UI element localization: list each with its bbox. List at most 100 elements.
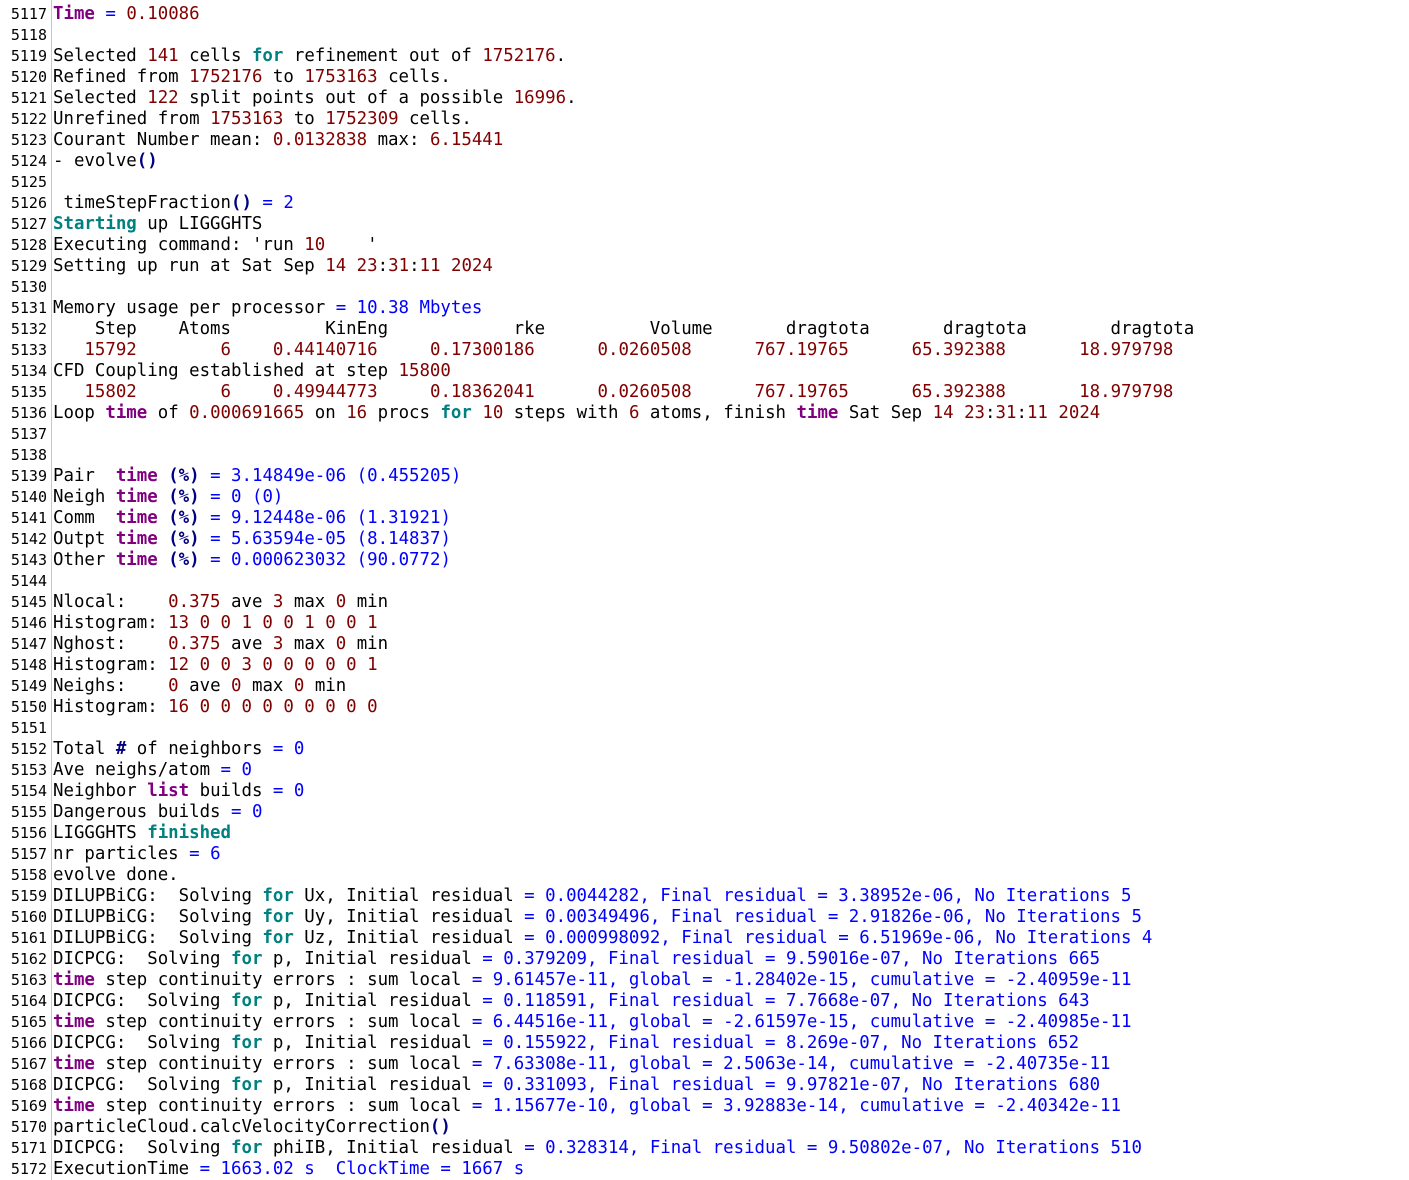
code-token: = xyxy=(524,907,535,927)
log-line[interactable]: 5170 particleCloud.calcVelocityCorrection… xyxy=(0,1117,1409,1138)
line-number: 5139 xyxy=(10,467,47,485)
log-line[interactable]: 5122 Unrefined from 1753163 to 1752309 ce… xyxy=(0,109,1409,130)
log-line[interactable]: 5126 timeStepFraction() = 2 xyxy=(0,193,1409,214)
line-number: 5161 xyxy=(10,929,47,947)
log-line[interactable]: 5144 xyxy=(0,571,1409,592)
code-token: step continuity errors : sum local xyxy=(94,1054,472,1074)
log-line[interactable]: 5127 Starting up LIGGGHTS xyxy=(0,214,1409,235)
log-line[interactable]: 5150 Histogram: 16 0 0 0 0 0 0 0 0 0 xyxy=(0,697,1409,718)
code-token: 0.155922, Final residual = 8.269e-07, No… xyxy=(492,1033,1080,1053)
log-line[interactable]: 5132 Step Atoms KinEng rke Volume dragto… xyxy=(0,319,1409,340)
log-line[interactable]: 5117 Time = 0.10086 xyxy=(0,4,1409,25)
code-token: cells. xyxy=(398,109,472,129)
log-line[interactable]: 5140 Neigh time (%) = 0 (0) xyxy=(0,487,1409,508)
log-line[interactable]: 5171 DICPCG: Solving for phiIB, Initial r… xyxy=(0,1138,1409,1159)
log-line[interactable]: 5169 time step continuity errors : sum lo… xyxy=(0,1096,1409,1117)
log-line[interactable]: 5141 Comm time (%) = 9.12448e-06 (1.31921… xyxy=(0,508,1409,529)
log-line[interactable]: 5163 time step continuity errors : sum lo… xyxy=(0,970,1409,991)
code-token: CFD Coupling established at step xyxy=(53,361,399,381)
log-line[interactable]: 5156 LIGGGHTS finished xyxy=(0,823,1409,844)
log-line[interactable]: 5138 xyxy=(0,445,1409,466)
log-line[interactable]: 5133 15792 6 0.44140716 0.17300186 0.026… xyxy=(0,340,1409,361)
log-line[interactable]: 5152 Total # of neighbors = 0 xyxy=(0,739,1409,760)
line-number: 5121 xyxy=(10,89,47,107)
log-line[interactable]: 5166 DICPCG: Solving for p, Initial resid… xyxy=(0,1033,1409,1054)
line-number: 5128 xyxy=(10,236,47,254)
log-line[interactable]: 5154 Neighbor list builds = 0 xyxy=(0,781,1409,802)
log-line[interactable]: 5164 DICPCG: Solving for p, Initial resid… xyxy=(0,991,1409,1012)
code-token: 10 xyxy=(482,403,504,423)
log-line[interactable]: 5125 xyxy=(0,172,1409,193)
log-line[interactable]: 5147 Nghost: 0.375 ave 3 max 0 min xyxy=(0,634,1409,655)
code-token: 141 xyxy=(147,46,179,66)
code-token: Courant Number mean: xyxy=(53,130,273,150)
line-text: Courant Number mean: 0.0132838 max: 6.15… xyxy=(53,130,503,151)
log-line[interactable]: 5134 CFD Coupling established at step 158… xyxy=(0,361,1409,382)
log-line[interactable]: 5136 Loop time of 0.000691665 on 16 procs… xyxy=(0,403,1409,424)
log-line[interactable]: 5159 DILUPBiCG: Solving for Ux, Initial r… xyxy=(0,886,1409,907)
log-line[interactable]: 5155 Dangerous builds = 0 xyxy=(0,802,1409,823)
log-line[interactable]: 5168 DICPCG: Solving for p, Initial resid… xyxy=(0,1075,1409,1096)
code-token: time xyxy=(53,1054,95,1074)
log-line[interactable]: 5149 Neighs: 0 ave 0 max 0 min xyxy=(0,676,1409,697)
code-token: 0.000623032 (90.0772) xyxy=(231,550,451,570)
code-token: = xyxy=(482,1033,493,1053)
log-line[interactable]: 5121 Selected 122 split points out of a p… xyxy=(0,88,1409,109)
log-line[interactable]: 5120 Refined from 1752176 to 1753163 cell… xyxy=(0,67,1409,88)
log-text-area[interactable]: 5117 Time = 0.10086 5118 5119 Selected 141 c… xyxy=(0,4,1409,1180)
log-line[interactable]: 5157 nr particles = 6 xyxy=(0,844,1409,865)
log-line[interactable]: 5161 DILUPBiCG: Solving for Uz, Initial r… xyxy=(0,928,1409,949)
log-line[interactable]: 5148 Histogram: 12 0 0 3 0 0 0 0 0 1 xyxy=(0,655,1409,676)
code-token: 1752176 xyxy=(189,67,263,87)
log-line[interactable]: 5137 xyxy=(0,424,1409,445)
log-line[interactable]: 5151 xyxy=(0,718,1409,739)
code-token: = xyxy=(524,886,535,906)
log-line[interactable]: 5162 DICPCG: Solving for p, Initial resid… xyxy=(0,949,1409,970)
line-text: Nlocal: 0.375 ave 3 max 0 min xyxy=(53,592,388,613)
log-line[interactable]: 5131 Memory usage per processor = 10.38 M… xyxy=(0,298,1409,319)
line-number: 5143 xyxy=(10,551,47,569)
log-line[interactable]: 5158 evolve done. xyxy=(0,865,1409,886)
log-line[interactable]: 5145 Nlocal: 0.375 ave 3 max 0 min xyxy=(0,592,1409,613)
code-token: min xyxy=(346,634,389,654)
code-token: 15802 xyxy=(84,382,137,402)
log-line[interactable]: 5124 - evolve() xyxy=(0,151,1409,172)
log-line[interactable]: 5146 Histogram: 13 0 0 1 0 0 1 0 0 1 xyxy=(0,613,1409,634)
log-line[interactable]: 5143 Other time (%) = 0.000623032 (90.077… xyxy=(0,550,1409,571)
log-line[interactable]: 5142 Outpt time (%) = 5.63594e-05 (8.1483… xyxy=(0,529,1409,550)
log-editor[interactable]: 5117 Time = 0.10086 5118 5119 Selected 141 c… xyxy=(0,0,1409,1180)
code-token: ave xyxy=(178,676,232,696)
line-text: Refined from 1752176 to 1753163 cells. xyxy=(53,67,451,88)
line-number: 5153 xyxy=(10,761,47,779)
code-token: refinement out of xyxy=(283,46,483,66)
log-line[interactable]: 5165 time step continuity errors : sum lo… xyxy=(0,1012,1409,1033)
log-line[interactable]: 5119 Selected 141 cells for refinement ou… xyxy=(0,46,1409,67)
log-line[interactable]: 5129 Setting up run at Sat Sep 14 23:31:1… xyxy=(0,256,1409,277)
log-line[interactable]: 5167 time step continuity errors : sum lo… xyxy=(0,1054,1409,1075)
log-line[interactable]: 5172 ExecutionTime = 1663.02 s ClockTime … xyxy=(0,1159,1409,1180)
log-line[interactable]: 5118 xyxy=(0,25,1409,46)
code-token: DILUPBiCG: Solving xyxy=(53,907,263,927)
line-text: LIGGGHTS finished xyxy=(53,823,231,844)
log-line[interactable]: 5123 Courant Number mean: 0.0132838 max: … xyxy=(0,130,1409,151)
code-token: 0 (0) xyxy=(231,487,284,507)
code-token: Neigh xyxy=(53,487,116,507)
log-line[interactable]: 5130 xyxy=(0,277,1409,298)
code-token: for xyxy=(231,1138,263,1158)
code-token: = xyxy=(524,928,535,948)
log-line[interactable]: 5128 Executing command: 'run 10 ' xyxy=(0,235,1409,256)
code-token: time xyxy=(53,1012,95,1032)
log-line[interactable]: 5139 Pair time (%) = 3.14849e-06 (0.45520… xyxy=(0,466,1409,487)
code-token: builds xyxy=(189,781,273,801)
log-line[interactable]: 5135 15802 6 0.49944773 0.18362041 0.026… xyxy=(0,382,1409,403)
log-line[interactable]: 5160 DILUPBiCG: Solving for Uy, Initial r… xyxy=(0,907,1409,928)
log-line[interactable]: 5153 Ave neighs/atom = 0 xyxy=(0,760,1409,781)
line-text: ExecutionTime = 1663.02 s ClockTime = 16… xyxy=(53,1159,524,1180)
line-text: Neighs: 0 ave 0 max 0 min xyxy=(53,676,346,697)
code-token: = xyxy=(471,1012,483,1032)
code-token: 12 0 0 3 0 0 0 0 0 1 xyxy=(168,655,378,675)
code-token: nr particles xyxy=(53,844,190,864)
code-token: : xyxy=(1016,403,1027,423)
